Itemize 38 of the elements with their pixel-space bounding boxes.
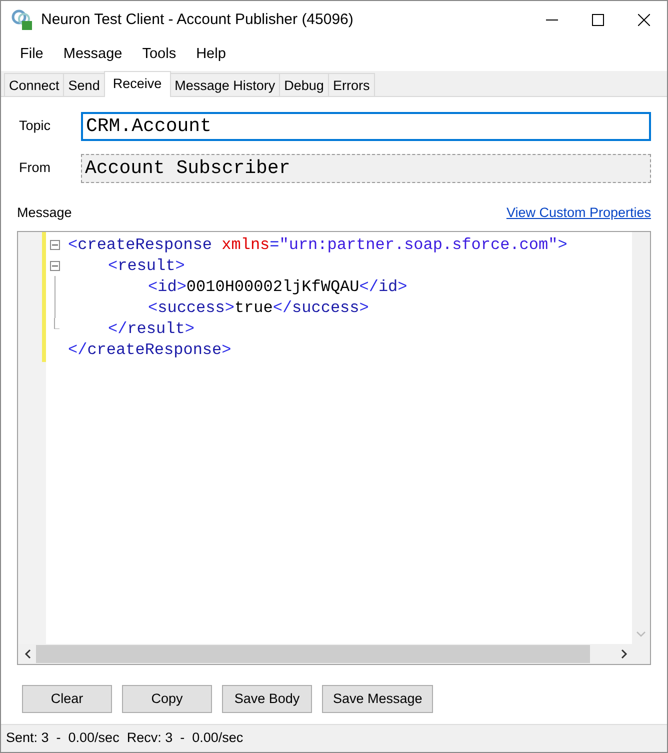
code-line: <result> [107, 256, 185, 276]
menu-item[interactable]: File [10, 41, 54, 69]
tab[interactable]: Debug [279, 73, 329, 96]
menu-item[interactable]: Tools [132, 41, 186, 69]
action-button[interactable]: Save Message [322, 685, 434, 714]
scroll-right-icon[interactable] [620, 649, 628, 659]
maximize-icon[interactable] [592, 14, 604, 26]
fold-end-line [54, 318, 60, 329]
input-field[interactable]: CRM.Account [81, 112, 651, 140]
app-icon [11, 9, 33, 31]
horizontal-scrollbar[interactable] [18, 644, 632, 664]
action-button[interactable]: Copy [122, 685, 212, 714]
close-icon[interactable] [638, 14, 650, 26]
field-label: From [18, 158, 52, 177]
action-button[interactable]: Clear [22, 685, 112, 714]
field-label: Topic [18, 116, 52, 135]
code-line: <success>true</success> [147, 298, 369, 318]
tab[interactable]: Message History [170, 73, 280, 96]
action-button[interactable]: Save Body [222, 685, 312, 714]
view-custom-properties-link[interactable]: View Custom Properties [506, 202, 651, 224]
menu-item[interactable]: Help [186, 41, 236, 69]
message-label: Message [17, 204, 72, 222]
scroll-left-icon[interactable] [24, 649, 32, 659]
code-line: </createResponse> [67, 340, 232, 360]
vertical-scrollbar[interactable] [632, 232, 650, 644]
code-line: <createResponse xmlns="urn:partner.soap.sforce.com"> [67, 234, 568, 256]
status-bar: Sent: 3 - 0.00/sec Recv: 3 - 0.00/sec [1, 724, 667, 752]
code-line: </result> [107, 318, 194, 340]
message-editor[interactable]: <createResponse xmlns="urn:partner.soap.sforce.com"> <result> <id>0010H00002ljKfWQAU</id> <success>true</success> </result> </createResponse> [17, 231, 651, 665]
tab[interactable]: Errors [328, 73, 375, 96]
minimize-icon[interactable] [546, 19, 558, 21]
tab[interactable]: Connect [4, 73, 64, 96]
menu-item[interactable]: Message [53, 41, 132, 69]
tab[interactable]: Receive [104, 71, 171, 97]
input-field: Account Subscriber [81, 154, 651, 182]
code-line: <id>0010H00002ljKfWQAU</id> [147, 276, 408, 298]
window-title: Neuron Test Client - Account Publisher (45096) [41, 10, 354, 30]
scrollbar-thumb[interactable] [36, 645, 590, 663]
